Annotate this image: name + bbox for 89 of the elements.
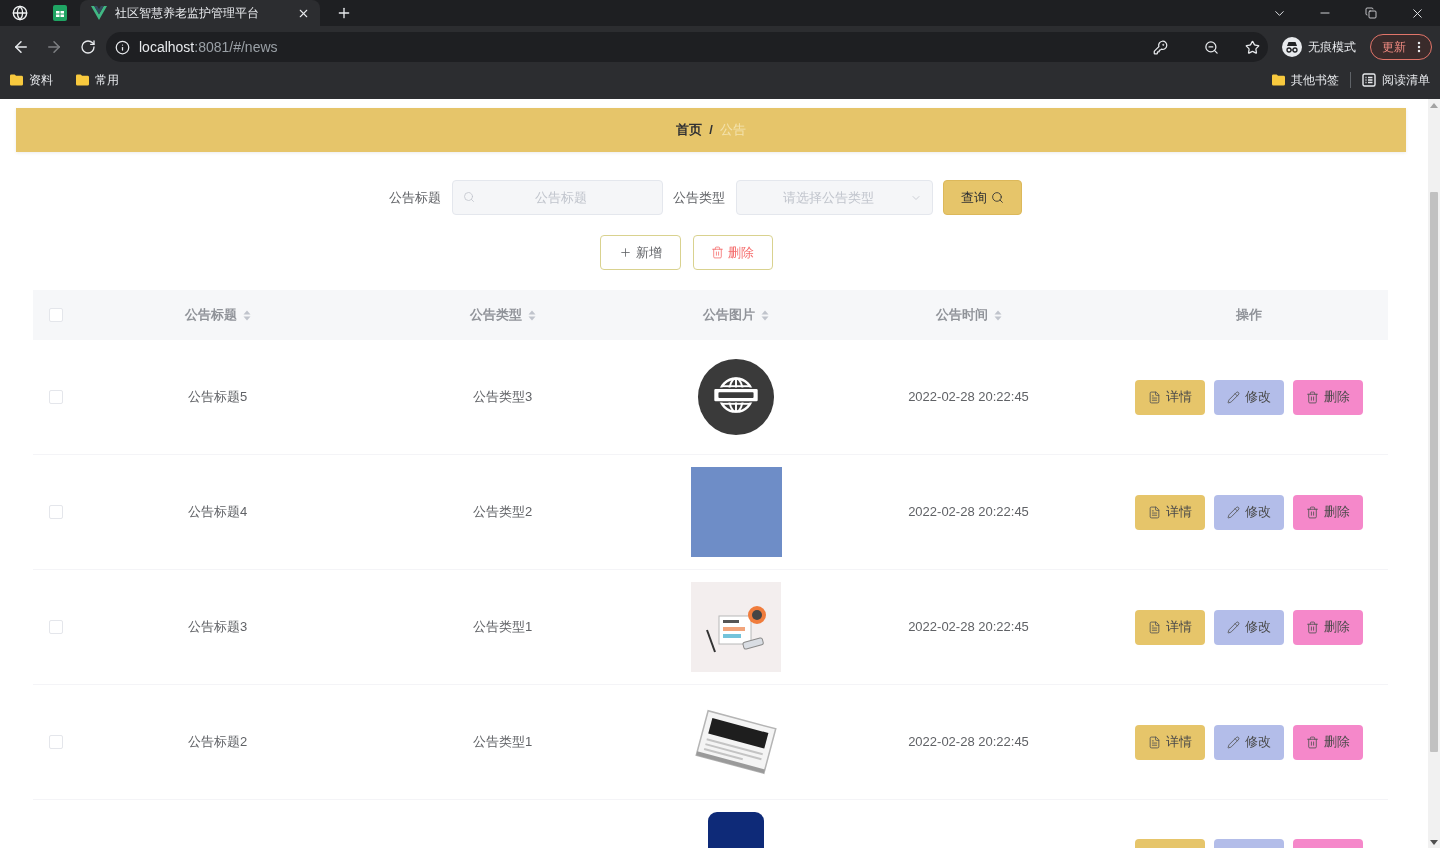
table-cell-text: 公告标题5 bbox=[187, 388, 248, 407]
scroll-down-icon[interactable] bbox=[1430, 840, 1438, 845]
key-icon[interactable] bbox=[1153, 39, 1168, 55]
folder-icon bbox=[76, 74, 89, 86]
new-tab-icon[interactable] bbox=[336, 5, 352, 21]
bookmark-item[interactable]: 资料 bbox=[8, 71, 55, 89]
search-icon bbox=[462, 191, 475, 203]
profile-chip[interactable]: 无痕模式 bbox=[1278, 32, 1360, 62]
query-button[interactable]: 查询 bbox=[942, 180, 1022, 215]
field-label: 公告类型 bbox=[672, 188, 725, 207]
spreadsheet-icon[interactable] bbox=[53, 5, 67, 21]
scrollbar-thumb[interactable] bbox=[1430, 192, 1438, 752]
checkbox[interactable] bbox=[49, 390, 63, 404]
table-cell-text: 公告类型2 bbox=[472, 503, 533, 522]
detail-button[interactable]: 详情 bbox=[1135, 379, 1205, 415]
breadcrumb-current: 公告 bbox=[719, 121, 746, 140]
folder-icon bbox=[1272, 74, 1285, 86]
breadcrumb-link[interactable]: 首页 bbox=[676, 120, 703, 140]
table-cell-text: 2022-02-28 20:22:45 bbox=[908, 733, 1029, 752]
table-cell-text: 2022-02-28 20:22:45 bbox=[908, 388, 1029, 407]
document-icon bbox=[1148, 735, 1161, 749]
checkbox[interactable] bbox=[49, 620, 63, 634]
detail-button[interactable]: 详情 bbox=[1135, 494, 1205, 530]
column-header: 公告图片 bbox=[703, 306, 755, 325]
table-cell-text: 2022-02-28 20:22:45 bbox=[908, 503, 1029, 522]
delete-button[interactable]: 删除 bbox=[1293, 379, 1363, 415]
delete-button[interactable]: 删除 bbox=[1293, 724, 1363, 760]
browser-tab[interactable]: 社区智慧养老监护管理平台 bbox=[80, 0, 320, 26]
reload-icon[interactable] bbox=[80, 39, 96, 55]
field-label: 公告标题 bbox=[388, 188, 441, 207]
delete-button[interactable]: 删除 bbox=[1293, 494, 1363, 530]
incognito-icon bbox=[1282, 37, 1302, 57]
trash-icon bbox=[1306, 505, 1319, 519]
globe-icon[interactable] bbox=[12, 5, 28, 21]
zoom-out-icon[interactable] bbox=[1204, 39, 1219, 55]
plus-icon bbox=[618, 246, 632, 259]
table-cell-text: 公告标题2 bbox=[187, 733, 248, 752]
checkbox[interactable] bbox=[49, 308, 63, 322]
column-header: 操作 bbox=[1236, 306, 1262, 325]
search-icon bbox=[990, 191, 1004, 204]
breadcrumb-separator: / bbox=[709, 121, 713, 140]
table-cell-text: 公告标题3 bbox=[187, 618, 248, 637]
add-button[interactable]: 新增 bbox=[599, 235, 681, 270]
column-header: 公告类型 bbox=[469, 306, 522, 325]
bookmark-item[interactable]: 常用 bbox=[74, 71, 121, 89]
trash-icon bbox=[711, 246, 724, 259]
delete-button[interactable]: 删除 bbox=[1293, 609, 1363, 645]
update-button[interactable]: 更新 bbox=[1370, 34, 1432, 60]
scroll-up-icon[interactable] bbox=[1430, 103, 1438, 108]
column-header: 公告标题 bbox=[184, 306, 237, 325]
table-cell-text: 公告类型1 bbox=[472, 618, 533, 637]
batch-delete-button[interactable]: 删除 bbox=[692, 235, 773, 270]
table-cell-text: 公告类型3 bbox=[472, 388, 533, 407]
restore-icon[interactable] bbox=[1365, 7, 1377, 19]
trash-icon bbox=[1306, 620, 1319, 634]
tab-title: 社区智慧养老监护管理平台 bbox=[115, 5, 260, 22]
document-icon bbox=[1148, 505, 1161, 519]
detail-button[interactable]: 详情 bbox=[1135, 609, 1205, 645]
pencil-icon bbox=[1227, 620, 1240, 634]
edit-button[interactable]: 修改 bbox=[1214, 494, 1284, 530]
trash-icon bbox=[1306, 735, 1319, 749]
folder-icon bbox=[10, 74, 23, 86]
document-icon bbox=[1148, 620, 1161, 634]
checkbox[interactable] bbox=[49, 505, 63, 519]
checkbox[interactable] bbox=[49, 735, 63, 749]
bookmark-item[interactable]: 阅读清单 bbox=[1360, 71, 1432, 89]
trash-icon bbox=[1306, 390, 1319, 404]
edit-button[interactable]: 修改 bbox=[1214, 724, 1284, 760]
table-cell-text: 公告标题4 bbox=[187, 503, 248, 522]
back-icon[interactable] bbox=[12, 38, 30, 56]
forward-icon[interactable] bbox=[45, 38, 63, 56]
document-icon bbox=[1148, 390, 1161, 404]
edit-button[interactable]: 修改 bbox=[1214, 379, 1284, 415]
edit-button[interactable]: 修改 bbox=[1214, 609, 1284, 645]
reading-list-icon bbox=[1362, 73, 1376, 87]
logo-tile bbox=[708, 812, 764, 848]
address-bar[interactable]: localhost:8081/#/news bbox=[106, 32, 1268, 62]
url-text: localhost:8081/#/news bbox=[139, 37, 279, 57]
v-logo-icon bbox=[91, 6, 107, 20]
bookmark-item[interactable]: 其他书签 bbox=[1270, 71, 1341, 89]
pencil-icon bbox=[1227, 735, 1240, 749]
table-cell-text: 2022-02-28 20:22:45 bbox=[908, 618, 1029, 637]
pencil-icon bbox=[1227, 390, 1240, 404]
table-cell-text: 公告类型1 bbox=[472, 733, 533, 752]
pencil-icon bbox=[1227, 505, 1240, 519]
column-header: 公告时间 bbox=[935, 306, 988, 325]
star-icon[interactable] bbox=[1245, 39, 1260, 55]
detail-button[interactable]: 详情 bbox=[1135, 724, 1205, 760]
info-icon[interactable] bbox=[115, 39, 130, 55]
